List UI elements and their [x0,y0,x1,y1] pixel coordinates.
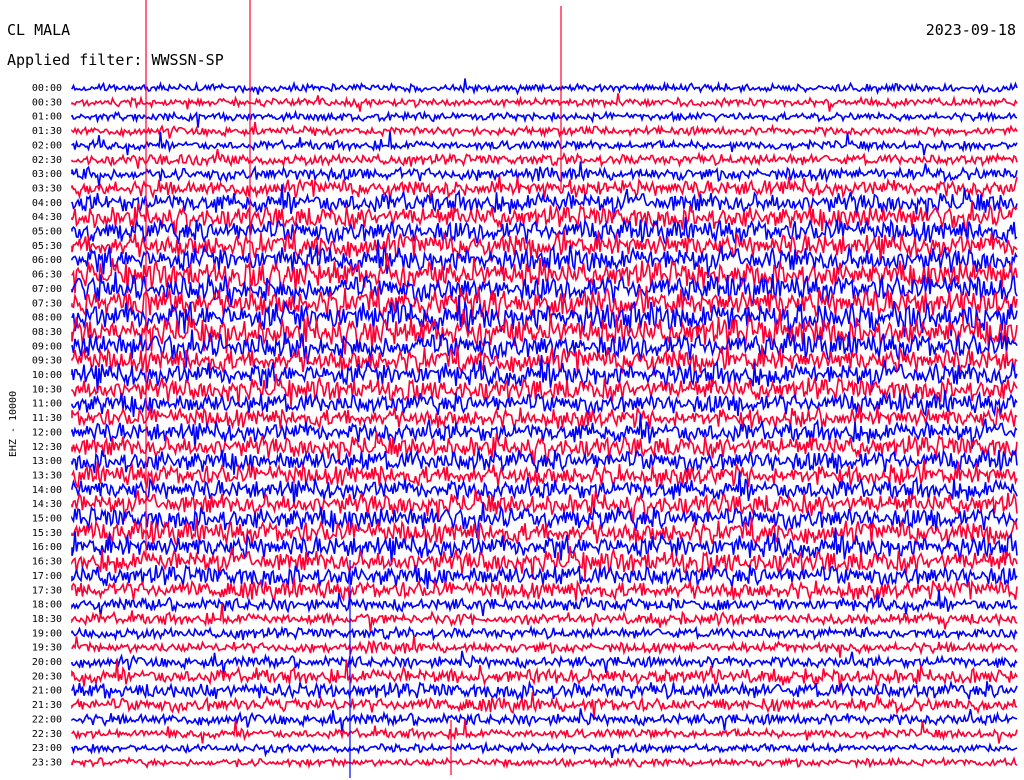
helicorder-plot: 00:00 00:30 01:00 01:30 02:00 02:30 03:00 03:30… [32,0,1018,778]
tick-label: 11:30 [32,413,62,424]
tick-label: 18:00 [32,600,62,611]
trace-line [71,78,1018,96]
trace-line [71,740,1018,759]
tick-label: 07:30 [32,298,62,309]
trace-line [71,148,1018,169]
trace-line [71,109,1018,128]
tick-label: 12:00 [32,427,62,438]
trace-line [71,271,1018,308]
tick-label: 19:00 [32,628,62,639]
tick-label: 17:30 [32,585,62,596]
tick-label: 13:30 [32,470,62,481]
tick-label: 17:00 [32,571,62,582]
tick-label: 01:30 [32,126,62,137]
trace-line [71,708,1018,732]
tick-label: 16:00 [32,542,62,553]
trace-line [71,692,1017,718]
tick-label: 12:30 [32,442,62,453]
tick-label: 22:00 [32,714,62,725]
tick-label: 19:30 [32,643,62,654]
tick-label: 07:00 [32,284,62,295]
tick-label: 14:00 [32,485,62,496]
tick-label: 05:30 [32,241,62,252]
tick-label: 09:30 [32,356,62,367]
time-tick-labels: 00:00 00:30 01:00 01:30 02:00 02:30 03:00 03:30… [32,83,62,768]
tick-label: 10:30 [32,384,62,395]
tick-label: 01:00 [32,112,62,123]
tick-label: 02:30 [32,155,62,166]
trace-line [71,121,1018,139]
tick-label: 03:00 [32,169,62,180]
tick-label: 00:30 [32,97,62,108]
trace-lines [71,0,1018,778]
tick-label: 21:00 [32,686,62,697]
tick-label: 13:00 [32,456,62,467]
tick-label: 03:30 [32,183,62,194]
tick-label: 08:00 [32,313,62,324]
tick-label: 21:30 [32,700,62,711]
tick-label: 00:00 [32,83,62,94]
tick-label: 06:00 [32,255,62,266]
trace-line [71,563,1018,590]
trace-line [71,719,1018,744]
tick-label: 20:00 [32,657,62,668]
tick-label: 14:30 [32,499,62,510]
tick-label: 20:30 [32,671,62,682]
trace-line [71,624,1018,642]
tick-label: 16:30 [32,557,62,568]
trace-line [71,755,1018,770]
trace-line [71,93,1018,112]
tick-label: 10:00 [32,370,62,381]
tick-label: 05:00 [32,227,62,238]
tick-label: 11:00 [32,399,62,410]
tick-label: 08:30 [32,327,62,338]
tick-label: 04:00 [32,198,62,209]
tick-label: 09:00 [32,341,62,352]
tick-label: 15:00 [32,514,62,525]
tick-label: 06:30 [32,270,62,281]
tick-label: 15:30 [32,528,62,539]
tick-label: 22:30 [32,729,62,740]
trace-line [71,517,1018,549]
trace-line [71,175,1018,202]
tick-label: 18:30 [32,614,62,625]
tick-label: 23:00 [32,743,62,754]
trace-line [71,679,1018,701]
tick-label: 04:30 [32,212,62,223]
trace-line [71,650,1018,675]
tick-label: 23:30 [32,757,62,768]
tick-label: 02:00 [32,140,62,151]
